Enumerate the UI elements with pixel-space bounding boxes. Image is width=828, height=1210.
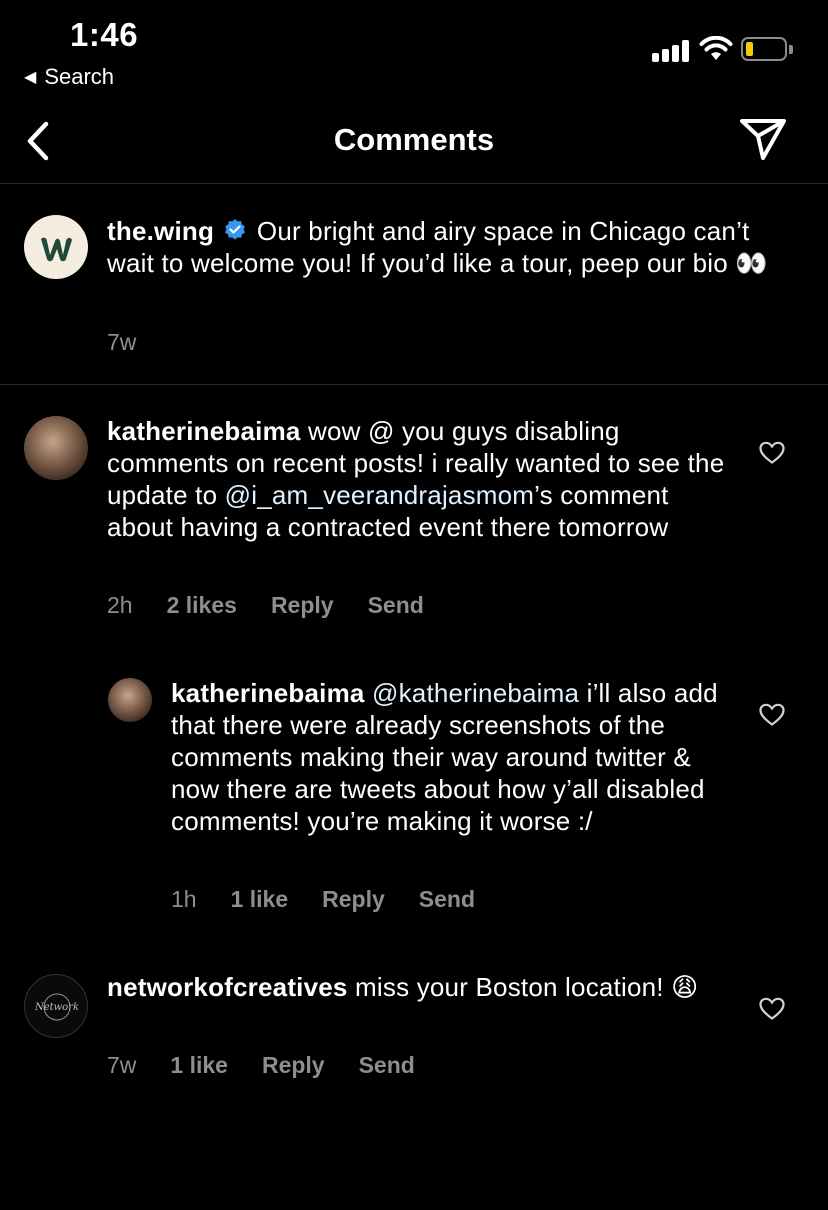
network-logo-icon: Network bbox=[34, 993, 79, 1021]
reply-text: katherinebaima @katherinebaima i’ll also… bbox=[171, 677, 731, 837]
post-caption: the.wing Our bright and airy space in Ch… bbox=[0, 185, 828, 385]
back-to-search-link[interactable]: ◀ Search bbox=[24, 64, 114, 90]
comment-username[interactable]: katherinebaima bbox=[107, 416, 301, 446]
reply-mention-link[interactable]: @katherinebaima bbox=[372, 678, 579, 708]
send-button[interactable]: Send bbox=[368, 592, 424, 619]
like-heart-icon[interactable] bbox=[759, 997, 785, 1021]
caption-text: the.wing Our bright and airy space in Ch… bbox=[107, 215, 797, 279]
comment-username[interactable]: networkofcreatives bbox=[107, 972, 348, 1002]
katherinebaima-avatar[interactable] bbox=[24, 416, 88, 480]
back-to-search-label: Search bbox=[44, 64, 115, 89]
send-button[interactable]: Send bbox=[359, 1052, 415, 1079]
page-title: Comments bbox=[333, 122, 495, 157]
caption-timestamp: 7w bbox=[107, 329, 137, 355]
clock: 1:46 bbox=[70, 16, 139, 53]
comment-actions: 7w 1 like Reply Send bbox=[107, 1052, 449, 1079]
katherinebaima-avatar-small[interactable] bbox=[108, 678, 152, 722]
status-bar: 1:46 ◀ Search bbox=[0, 0, 828, 100]
reply-actions: 1h 1 like Reply Send bbox=[171, 886, 509, 913]
battery-nub bbox=[789, 45, 793, 54]
comment-text: katherinebaima wow @ you guys disabling … bbox=[107, 415, 727, 543]
comments-header: Comments bbox=[0, 100, 828, 184]
comment-timestamp: 2h bbox=[107, 592, 133, 618]
comment-body: miss your Boston location! 😩 bbox=[355, 972, 699, 1002]
paper-plane-icon[interactable] bbox=[738, 116, 788, 162]
send-button[interactable]: Send bbox=[419, 886, 475, 913]
the-wing-avatar[interactable] bbox=[24, 215, 88, 279]
caption-meta: 7w bbox=[107, 329, 170, 356]
like-heart-icon[interactable] bbox=[759, 441, 785, 465]
comment-timestamp: 7w bbox=[107, 1052, 137, 1078]
cellular-signal-icon bbox=[652, 40, 690, 62]
reply-button[interactable]: Reply bbox=[262, 1052, 325, 1079]
likes-count[interactable]: 2 likes bbox=[167, 592, 237, 619]
battery-level bbox=[746, 42, 753, 56]
wifi-icon bbox=[699, 36, 733, 60]
mention-link[interactable]: @i_am_veerandrajasmom bbox=[225, 480, 535, 510]
comment-actions: 2h 2 likes Reply Send bbox=[107, 592, 458, 619]
likes-count[interactable]: 1 like bbox=[170, 1052, 228, 1079]
network-logo-text: Network bbox=[34, 1002, 79, 1013]
verified-badge-icon bbox=[225, 219, 246, 240]
back-triangle-icon: ◀ bbox=[24, 69, 37, 86]
like-heart-icon[interactable] bbox=[759, 703, 785, 727]
reply-timestamp: 1h bbox=[171, 886, 197, 912]
reply-button[interactable]: Reply bbox=[271, 592, 334, 619]
comment-text: networkofcreatives miss your Boston loca… bbox=[107, 971, 737, 1003]
reply-button[interactable]: Reply bbox=[322, 886, 385, 913]
caption-username[interactable]: the.wing bbox=[107, 216, 214, 246]
reply-username[interactable]: katherinebaima bbox=[171, 678, 365, 708]
battery-icon bbox=[741, 37, 787, 61]
wing-logo-icon bbox=[41, 237, 72, 262]
likes-count[interactable]: 1 like bbox=[231, 886, 289, 913]
networkofcreatives-avatar[interactable]: Network bbox=[24, 974, 88, 1038]
